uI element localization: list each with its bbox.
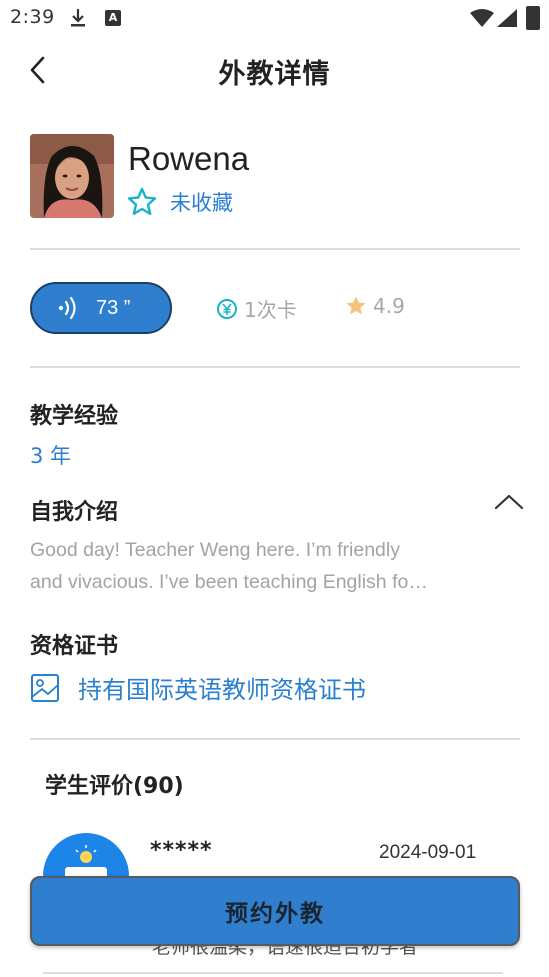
star-icon: [346, 296, 366, 315]
card-label: 1次卡: [244, 298, 297, 322]
signal-icon: [497, 9, 517, 27]
app-notification-icon: A: [105, 10, 121, 26]
battery-icon: [526, 6, 540, 30]
audio-duration: 73 ”: [96, 296, 131, 319]
wifi-icon: [470, 9, 494, 27]
certificate-label: 持有国际英语教师资格证书: [78, 676, 366, 704]
intro-text: Good day! Teacher Weng here. I’m friendl…: [30, 534, 522, 598]
certificate-title: 资格证书: [30, 634, 119, 659]
divider: [30, 738, 520, 740]
intro-line: and vivacious. I’ve been teaching Englis…: [30, 571, 428, 593]
experience-title: 教学经验: [30, 404, 119, 429]
sound-wave-icon: [58, 296, 76, 320]
review-date: 2024-09-01: [379, 842, 477, 863]
divider: [30, 248, 520, 250]
status-time: 2:39: [10, 6, 55, 28]
star-outline-icon: [127, 187, 157, 215]
intro-title: 自我介绍: [30, 500, 119, 525]
reviews-title: 学生评价(90): [45, 774, 184, 799]
divider: [43, 972, 503, 974]
favorite-label: 未收藏: [170, 191, 233, 215]
page-title: 外教详情: [218, 59, 331, 90]
teacher-avatar: [30, 134, 114, 218]
intro-line: Good day! Teacher Weng here. I’m friendl…: [30, 539, 400, 561]
audio-intro-button[interactable]: 73 ”: [30, 282, 172, 334]
certificate-item[interactable]: 持有国际英语教师资格证书: [30, 670, 366, 705]
teacher-name: Rowena: [128, 140, 250, 177]
divider: [30, 366, 520, 368]
header: 外教详情: [0, 40, 549, 102]
certificate-image-icon: [31, 673, 59, 702]
experience-value: 3 年: [30, 444, 72, 468]
rating-value: 4.9: [373, 294, 405, 318]
download-icon: [71, 9, 85, 27]
reviewer-name: *****: [150, 838, 213, 863]
rating: 4.9: [345, 294, 405, 318]
chevron-up-icon[interactable]: [493, 490, 525, 514]
status-bar: 2:39 A: [0, 0, 549, 38]
screen: 2:39 A 外教详情 Rowena 未收藏 73 ” 1次卡 4.9 教学经验…: [0, 0, 549, 977]
yen-coin-icon: [217, 298, 237, 319]
book-teacher-button[interactable]: 预约外教: [30, 876, 520, 946]
card-type: 1次卡: [216, 294, 297, 323]
favorite-toggle[interactable]: 未收藏: [126, 186, 233, 218]
